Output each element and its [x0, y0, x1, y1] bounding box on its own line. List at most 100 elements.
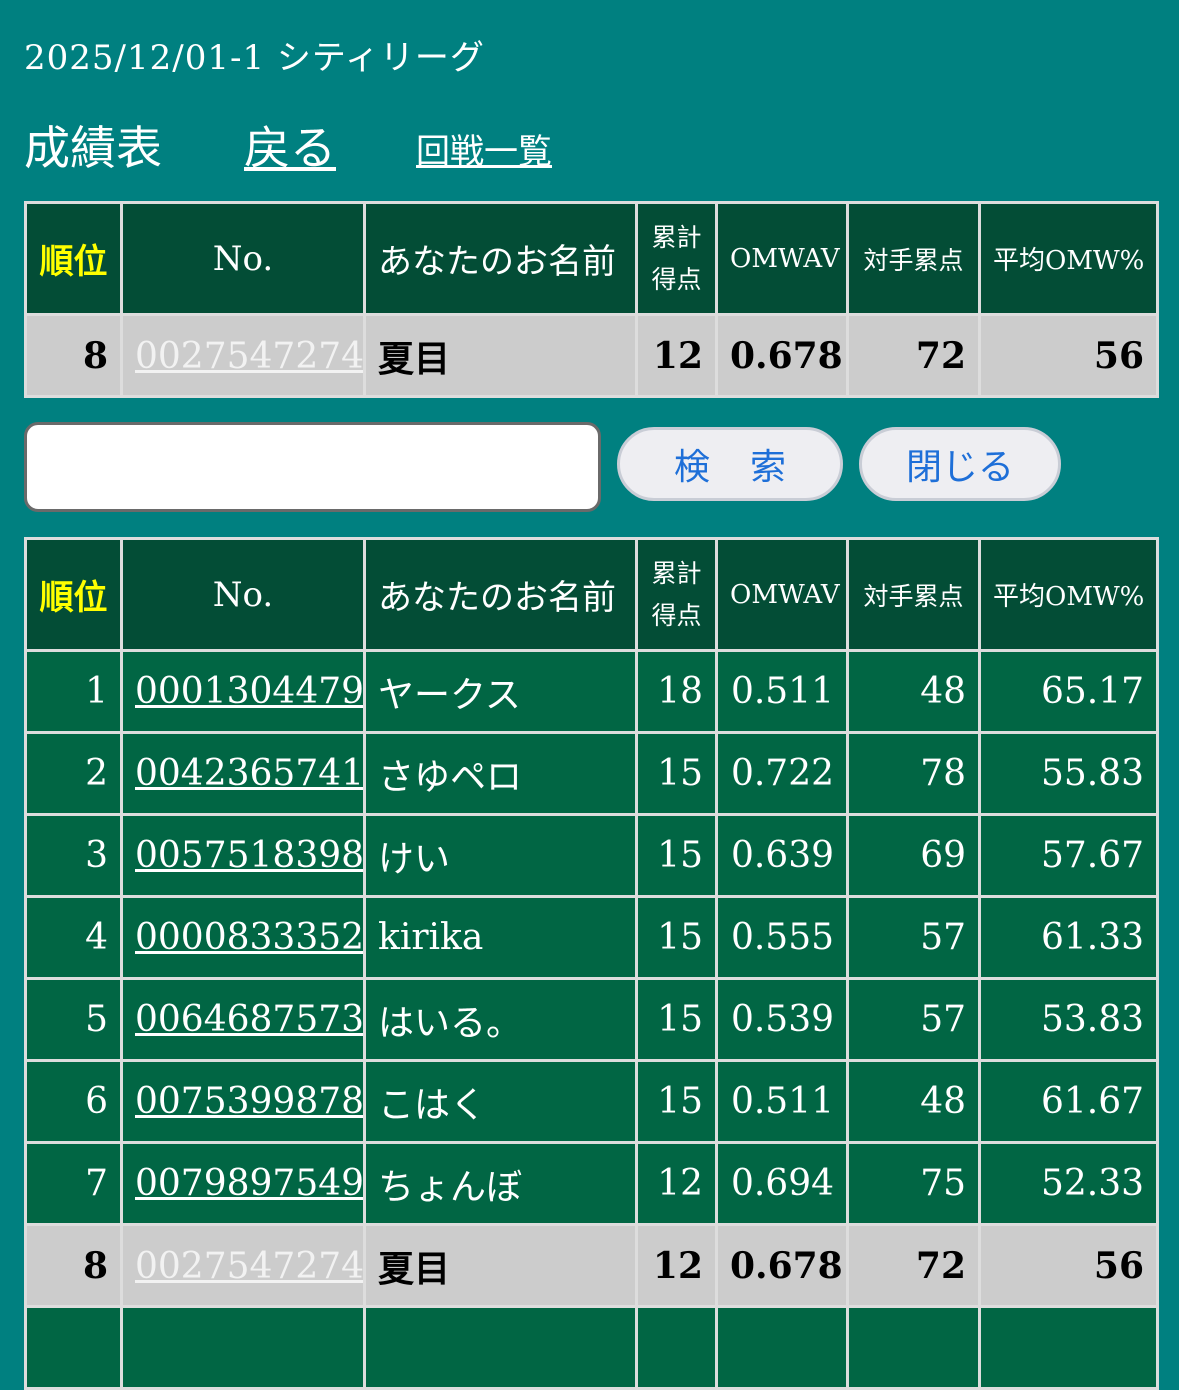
- close-button[interactable]: 閉じる: [859, 427, 1061, 501]
- player-no-link[interactable]: 0027547274: [135, 1246, 362, 1287]
- player-name-cell: kirika: [363, 895, 638, 980]
- col-opp-points-header: 対手累点: [846, 537, 981, 652]
- opp-points-cell: 72: [846, 1223, 981, 1308]
- points-cell: 15: [635, 895, 718, 980]
- player-no-link[interactable]: 0057518398: [135, 835, 362, 876]
- back-link[interactable]: 戻る: [244, 112, 336, 178]
- opp-points-cell: 57: [846, 977, 981, 1062]
- rank-cell: 3: [24, 813, 123, 898]
- player-name-cell: さゆペロ: [363, 731, 638, 816]
- opp-points-cell: 78: [846, 731, 981, 816]
- player-name-cell: ヤークス: [363, 649, 638, 734]
- col-points-header: 累計 得点: [635, 201, 718, 316]
- omwav-cell: 0.678: [715, 313, 849, 398]
- player-no-cell: 0079897549: [120, 1141, 366, 1226]
- player-no-cell: 0064687573: [120, 977, 366, 1062]
- col-rank-header: 順位: [24, 537, 123, 652]
- col-avg-omw-header: 平均OMW%: [978, 537, 1159, 652]
- rounds-list-link[interactable]: 回戦一覧: [416, 124, 552, 173]
- player-no-link[interactable]: 0079897549: [135, 1163, 362, 1204]
- omwav-cell: 0.678: [715, 1223, 849, 1308]
- opp-points-cell: 69: [846, 813, 981, 898]
- player-no-cell: 0027547274: [120, 1223, 366, 1308]
- rank-cell: 4: [24, 895, 123, 980]
- rank-cell: 2: [24, 731, 123, 816]
- omwav-cell: 0.694: [715, 1141, 849, 1226]
- standings-table: 順位 No. あなたのお名前 累計 得点 OMWAV 対手累点 平均OMW% 1 …: [24, 537, 1159, 1390]
- points-cell: 18: [635, 649, 718, 734]
- player-name-cell: ちょんぼ: [363, 1141, 638, 1226]
- page-title: 2025/12/01-1 シティリーグ: [24, 38, 485, 78]
- table-row: [24, 1305, 1159, 1390]
- points-cell: 15: [635, 977, 718, 1062]
- player-no-cell: 0027547274: [120, 313, 366, 398]
- col-name-header: あなたのお名前: [363, 537, 638, 652]
- col-name-header: あなたのお名前: [363, 201, 638, 316]
- table-row: 2 0042365741 さゆペロ 15 0.722 78 55.83: [24, 731, 1159, 816]
- col-omwav-header: OMWAV: [715, 201, 849, 316]
- avg-omw-cell: 56: [978, 1223, 1159, 1308]
- table-row: 5 0064687573 はいる。 15 0.539 57 53.83: [24, 977, 1159, 1062]
- avg-omw-cell: 56: [978, 313, 1159, 398]
- avg-omw-cell: 57.67: [978, 813, 1159, 898]
- my-result-row: 8 0027547274 夏目 12 0.678 72 56: [24, 313, 1159, 398]
- avg-omw-cell: 61.67: [978, 1059, 1159, 1144]
- player-no-link[interactable]: 0075399878: [135, 1081, 362, 1122]
- points-cell: 12: [635, 1223, 718, 1308]
- opp-points-cell: 48: [846, 649, 981, 734]
- avg-omw-cell: 53.83: [978, 977, 1159, 1062]
- table-header-row: 順位 No. あなたのお名前 累計 得点 OMWAV 対手累点 平均OMW%: [24, 201, 1159, 316]
- omwav-cell: 0.511: [715, 649, 849, 734]
- player-no-link[interactable]: 0064687573: [135, 999, 362, 1040]
- search-input[interactable]: [24, 422, 601, 512]
- rank-cell: 5: [24, 977, 123, 1062]
- avg-omw-cell: 61.33: [978, 895, 1159, 980]
- table-row: 3 0057518398 けい 15 0.639 69 57.67: [24, 813, 1159, 898]
- player-no-link[interactable]: 0027547274: [135, 336, 362, 377]
- player-no-cell: 0000833352: [120, 895, 366, 980]
- col-avg-omw-header: 平均OMW%: [978, 201, 1159, 316]
- points-cell: 12: [635, 313, 718, 398]
- player-name-cell: けい: [363, 813, 638, 898]
- player-no-cell: 0057518398: [120, 813, 366, 898]
- opp-points-cell: 72: [846, 313, 981, 398]
- player-no-cell: 0001304479: [120, 649, 366, 734]
- results-heading: 成績表: [24, 121, 162, 175]
- table-row-highlighted: 8 0027547274 夏目 12 0.678 72 56: [24, 1223, 1159, 1308]
- player-name-cell: 夏目: [363, 313, 638, 398]
- rank-cell: 6: [24, 1059, 123, 1144]
- avg-omw-cell: 52.33: [978, 1141, 1159, 1226]
- col-rank-header: 順位: [24, 201, 123, 316]
- table-header-row: 順位 No. あなたのお名前 累計 得点 OMWAV 対手累点 平均OMW%: [24, 537, 1159, 652]
- opp-points-cell: 57: [846, 895, 981, 980]
- player-no-link[interactable]: 0000833352: [135, 917, 362, 958]
- avg-omw-cell: 55.83: [978, 731, 1159, 816]
- col-points-header: 累計 得点: [635, 537, 718, 652]
- omwav-cell: 0.511: [715, 1059, 849, 1144]
- table-row: 7 0079897549 ちょんぼ 12 0.694 75 52.33: [24, 1141, 1159, 1226]
- col-no-header: No.: [120, 537, 366, 652]
- player-no-link[interactable]: 0001304479: [135, 671, 362, 712]
- player-no-cell: 0075399878: [120, 1059, 366, 1144]
- player-no-link[interactable]: 0042365741: [135, 753, 362, 794]
- omwav-cell: 0.539: [715, 977, 849, 1062]
- omwav-cell: 0.639: [715, 813, 849, 898]
- omwav-cell: 0.555: [715, 895, 849, 980]
- player-no-cell: 0042365741: [120, 731, 366, 816]
- table-row: 6 0075399878 こはく 15 0.511 48 61.67: [24, 1059, 1159, 1144]
- search-button[interactable]: 検索: [617, 427, 843, 501]
- table-row: 4 0000833352 kirika 15 0.555 57 61.33: [24, 895, 1159, 980]
- points-cell: 15: [635, 813, 718, 898]
- avg-omw-cell: 65.17: [978, 649, 1159, 734]
- player-name-cell: こはく: [363, 1059, 638, 1144]
- table-row: 1 0001304479 ヤークス 18 0.511 48 65.17: [24, 649, 1159, 734]
- col-opp-points-header: 対手累点: [846, 201, 981, 316]
- points-cell: 12: [635, 1141, 718, 1226]
- points-cell: 15: [635, 731, 718, 816]
- opp-points-cell: 48: [846, 1059, 981, 1144]
- rank-cell: 8: [24, 313, 123, 398]
- omwav-cell: 0.722: [715, 731, 849, 816]
- player-name-cell: はいる。: [363, 977, 638, 1062]
- col-no-header: No.: [120, 201, 366, 316]
- rank-cell: 7: [24, 1141, 123, 1226]
